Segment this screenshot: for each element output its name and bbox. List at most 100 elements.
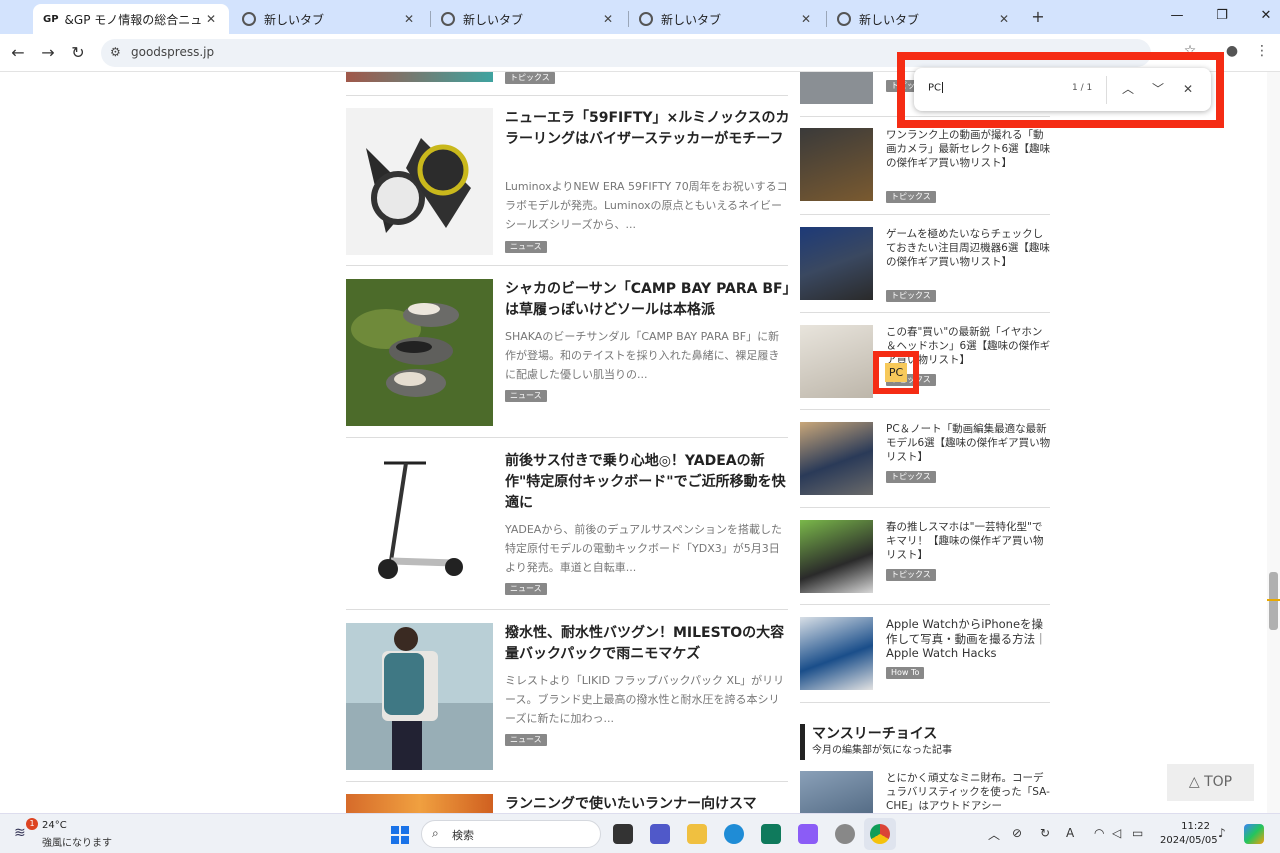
category-tag[interactable]: How To [886, 667, 925, 679]
close-tab-icon[interactable]: ✕ [600, 12, 616, 26]
article-headline[interactable]: ニューエラ「59FIFTY」×ルミノックスのカラーリングはバイザーステッカーがモ… [505, 108, 790, 150]
sidebar-thumbnail[interactable] [800, 128, 873, 201]
article-thumbnail[interactable] [346, 279, 493, 426]
back-icon[interactable]: ← [8, 43, 28, 63]
back-to-top-button[interactable]: △ TOP [1167, 764, 1254, 801]
chevron-up-icon[interactable]: ︿ [988, 826, 1000, 843]
tab-title: 新しいタブ [264, 12, 325, 27]
article-headline[interactable]: 前後サス付きで乗り心地◎！YADEAの新作"特定原付キックボード"でご近所移動を… [505, 451, 790, 514]
category-tag[interactable]: トピックス [505, 72, 555, 84]
sidebar-item-title[interactable]: とにかく頑丈なミニ財布。コーデュラバリスティックを使った「SA-CHE」はアウト… [886, 771, 1051, 813]
sidebar-thumbnail[interactable] [800, 325, 873, 398]
chrome-taskbar-button[interactable] [864, 818, 896, 850]
close-find-icon[interactable]: ✕ [1179, 80, 1197, 98]
close-tab-icon[interactable]: ✕ [996, 12, 1012, 26]
article-card[interactable]: ニューエラ「59FIFTY」×ルミノックスのカラーリングはバイザーステッカーがモ… [346, 108, 790, 255]
tab-new-4[interactable]: 新しいタブ ✕ [827, 4, 1022, 34]
sidebar-item[interactable]: 春の推しスマホは"一芸特化型"でキマリ！【趣味の傑作ギア買い物リスト】 トピック… [800, 520, 1050, 593]
article-headline[interactable]: 撥水性、耐水性バツグン！MILESTOの大容量バックパックで雨ニモマケズ [505, 623, 790, 665]
article-headline[interactable]: シャカのビーサン「CAMP BAY PARA BF」は草履っぽいけどソールは本格… [505, 279, 790, 321]
sidebar-item-title[interactable]: Apple WatchからiPhoneを操作して写真・動画を撮る方法｜Apple… [886, 617, 1051, 661]
category-tag[interactable]: トピックス [886, 569, 936, 581]
edge-icon[interactable] [724, 824, 744, 844]
sidebar-item[interactable]: ワンランク上の動画が撮れる「動画カメラ」最新セレクト6選【趣味の傑作ギア買い物リ… [800, 128, 1051, 203]
divider [800, 507, 1050, 508]
temperature: 24°C [42, 820, 67, 831]
page-scrollbar[interactable] [1267, 72, 1280, 813]
article-excerpt: YADEAから、前後のデュアルサスペンションを搭載した特定原付モデルの電動キック… [505, 523, 783, 574]
maximize-icon[interactable]: ❐ [1212, 8, 1232, 26]
scrollbar-thumb[interactable] [1269, 572, 1278, 630]
category-tag[interactable]: ニュース [505, 241, 547, 253]
system-clock[interactable]: 11:22 2024/05/05 [1160, 820, 1218, 848]
sync-icon[interactable]: ↻ [1040, 826, 1050, 840]
minimize-icon[interactable]: — [1167, 8, 1187, 26]
close-tab-icon[interactable]: ✕ [203, 12, 219, 26]
sidebar-item[interactable]: Apple WatchからiPhoneを操作して写真・動画を撮る方法｜Apple… [800, 617, 1050, 690]
sidebar-thumbnail[interactable] [800, 771, 873, 813]
taskbar-search[interactable]: ⌕ 検索 [421, 820, 601, 848]
category-tag[interactable]: トピックス [886, 471, 936, 483]
article-card[interactable]: ランニングで使いたいランナー向けスマ [346, 794, 788, 813]
article-card[interactable]: 撥水性、耐水性バツグン！MILESTOの大容量バックパックで雨ニモマケズ ミレス… [346, 623, 788, 770]
teams-icon[interactable] [650, 824, 670, 844]
previous-match-icon[interactable]: ︿ [1119, 80, 1137, 98]
tab-new-2[interactable]: 新しいタブ ✕ [431, 4, 626, 34]
close-tab-icon[interactable]: ✕ [401, 12, 417, 26]
close-window-icon[interactable]: ✕ [1256, 8, 1276, 26]
sidebar-thumbnail[interactable] [800, 72, 873, 104]
ime-icon[interactable]: A [1066, 826, 1074, 840]
partial-article-thumbnail[interactable] [346, 72, 493, 82]
tab-new-1[interactable]: 新しいタブ ✕ [232, 4, 427, 34]
notification-bell-icon[interactable]: ♪ [1218, 826, 1226, 840]
menu-dots-icon[interactable]: ⋮ [1252, 43, 1272, 63]
task-view-icon[interactable] [613, 824, 633, 844]
sidebar-thumbnail[interactable] [800, 422, 873, 495]
sidebar-item-title[interactable]: ワンランク上の動画が撮れる「動画カメラ」最新セレクト6選【趣味の傑作ギア買い物リ… [886, 128, 1051, 170]
store-icon[interactable] [761, 824, 781, 844]
sidebar-item-title[interactable]: PC＆ノート「動画編集最適な最新モデル6選【趣味の傑作ギア買い物リスト】 [886, 422, 1051, 464]
file-explorer-icon[interactable] [687, 824, 707, 844]
article-headline[interactable]: ランニングで使いたいランナー向けスマ [505, 794, 790, 813]
sidebar-thumbnail[interactable] [800, 227, 873, 300]
sidebar-item[interactable]: この春"買い"の最新鋭「イヤホン＆ヘッドホン」6選【趣味の傑作ギア買い物リスト】… [800, 325, 1050, 398]
forward-icon[interactable]: → [38, 43, 58, 63]
reload-icon[interactable]: ↻ [68, 43, 88, 63]
article-card[interactable]: シャカのビーサン「CAMP BAY PARA BF」は草履っぽいけどソールは本格… [346, 279, 790, 426]
category-tag[interactable]: トピックス [886, 290, 936, 302]
article-thumbnail[interactable] [346, 794, 493, 813]
profile-avatar-icon[interactable]: ● [1222, 43, 1242, 63]
sidebar-thumbnail[interactable] [800, 520, 873, 593]
site-info-icon[interactable]: ⚙ [110, 45, 121, 59]
wifi-icon[interactable]: ◠ [1094, 826, 1104, 840]
next-match-icon[interactable]: ﹀ [1149, 80, 1167, 98]
start-button-icon[interactable] [391, 826, 409, 844]
article-card[interactable]: 前後サス付きで乗り心地◎！YADEAの新作"特定原付キックボード"でご近所移動を… [346, 451, 788, 598]
category-tag[interactable]: ニュース [505, 583, 547, 595]
sidebar-item[interactable]: ゲームを極めたいならチェックしておきたい注目周辺機器6選【趣味の傑作ギア買い物リ… [800, 227, 1051, 302]
find-input[interactable]: PC [928, 82, 944, 94]
battery-icon[interactable]: ▭ [1132, 826, 1143, 840]
close-tab-icon[interactable]: ✕ [798, 12, 814, 26]
sidebar-item[interactable]: とにかく頑丈なミニ財布。コーデュラバリスティックを使った「SA-CHE」はアウト… [800, 771, 1050, 813]
new-tab-button[interactable]: + [1028, 7, 1048, 27]
volume-icon[interactable]: ◁ [1112, 826, 1121, 840]
article-excerpt: SHAKAのビーチサンダル「CAMP BAY PARA BF」に新作が登場。和の… [505, 330, 780, 381]
copilot-icon[interactable] [798, 824, 818, 844]
network-off-icon[interactable]: ⊘ [1012, 826, 1022, 840]
sidebar-thumbnail[interactable] [800, 617, 873, 690]
category-tag[interactable]: ニュース [505, 390, 547, 402]
article-thumbnail[interactable] [346, 108, 493, 255]
article-thumbnail[interactable] [346, 451, 493, 598]
sidebar-item[interactable]: PC＆ノート「動画編集最適な最新モデル6選【趣味の傑作ギア買い物リスト】 トピッ… [800, 422, 1050, 495]
tab-new-3[interactable]: 新しいタブ ✕ [629, 4, 824, 34]
category-tag[interactable]: トピックス [886, 191, 936, 203]
settings-gear-icon[interactable] [835, 824, 855, 844]
chrome-favicon-icon [242, 12, 256, 26]
category-tag[interactable]: ニュース [505, 734, 547, 746]
tab-goodspress[interactable]: GP &GP モノ情報の総合ニュースサイト ✕ [33, 4, 229, 34]
article-thumbnail[interactable] [346, 623, 493, 770]
sidebar-item-title[interactable]: ゲームを極めたいならチェックしておきたい注目周辺機器6選【趣味の傑作ギア買い物リ… [886, 227, 1051, 269]
sidebar-item-title[interactable]: 春の推しスマホは"一芸特化型"でキマリ！【趣味の傑作ギア買い物リスト】 [886, 520, 1051, 562]
copilot-tray-icon[interactable] [1244, 824, 1264, 844]
